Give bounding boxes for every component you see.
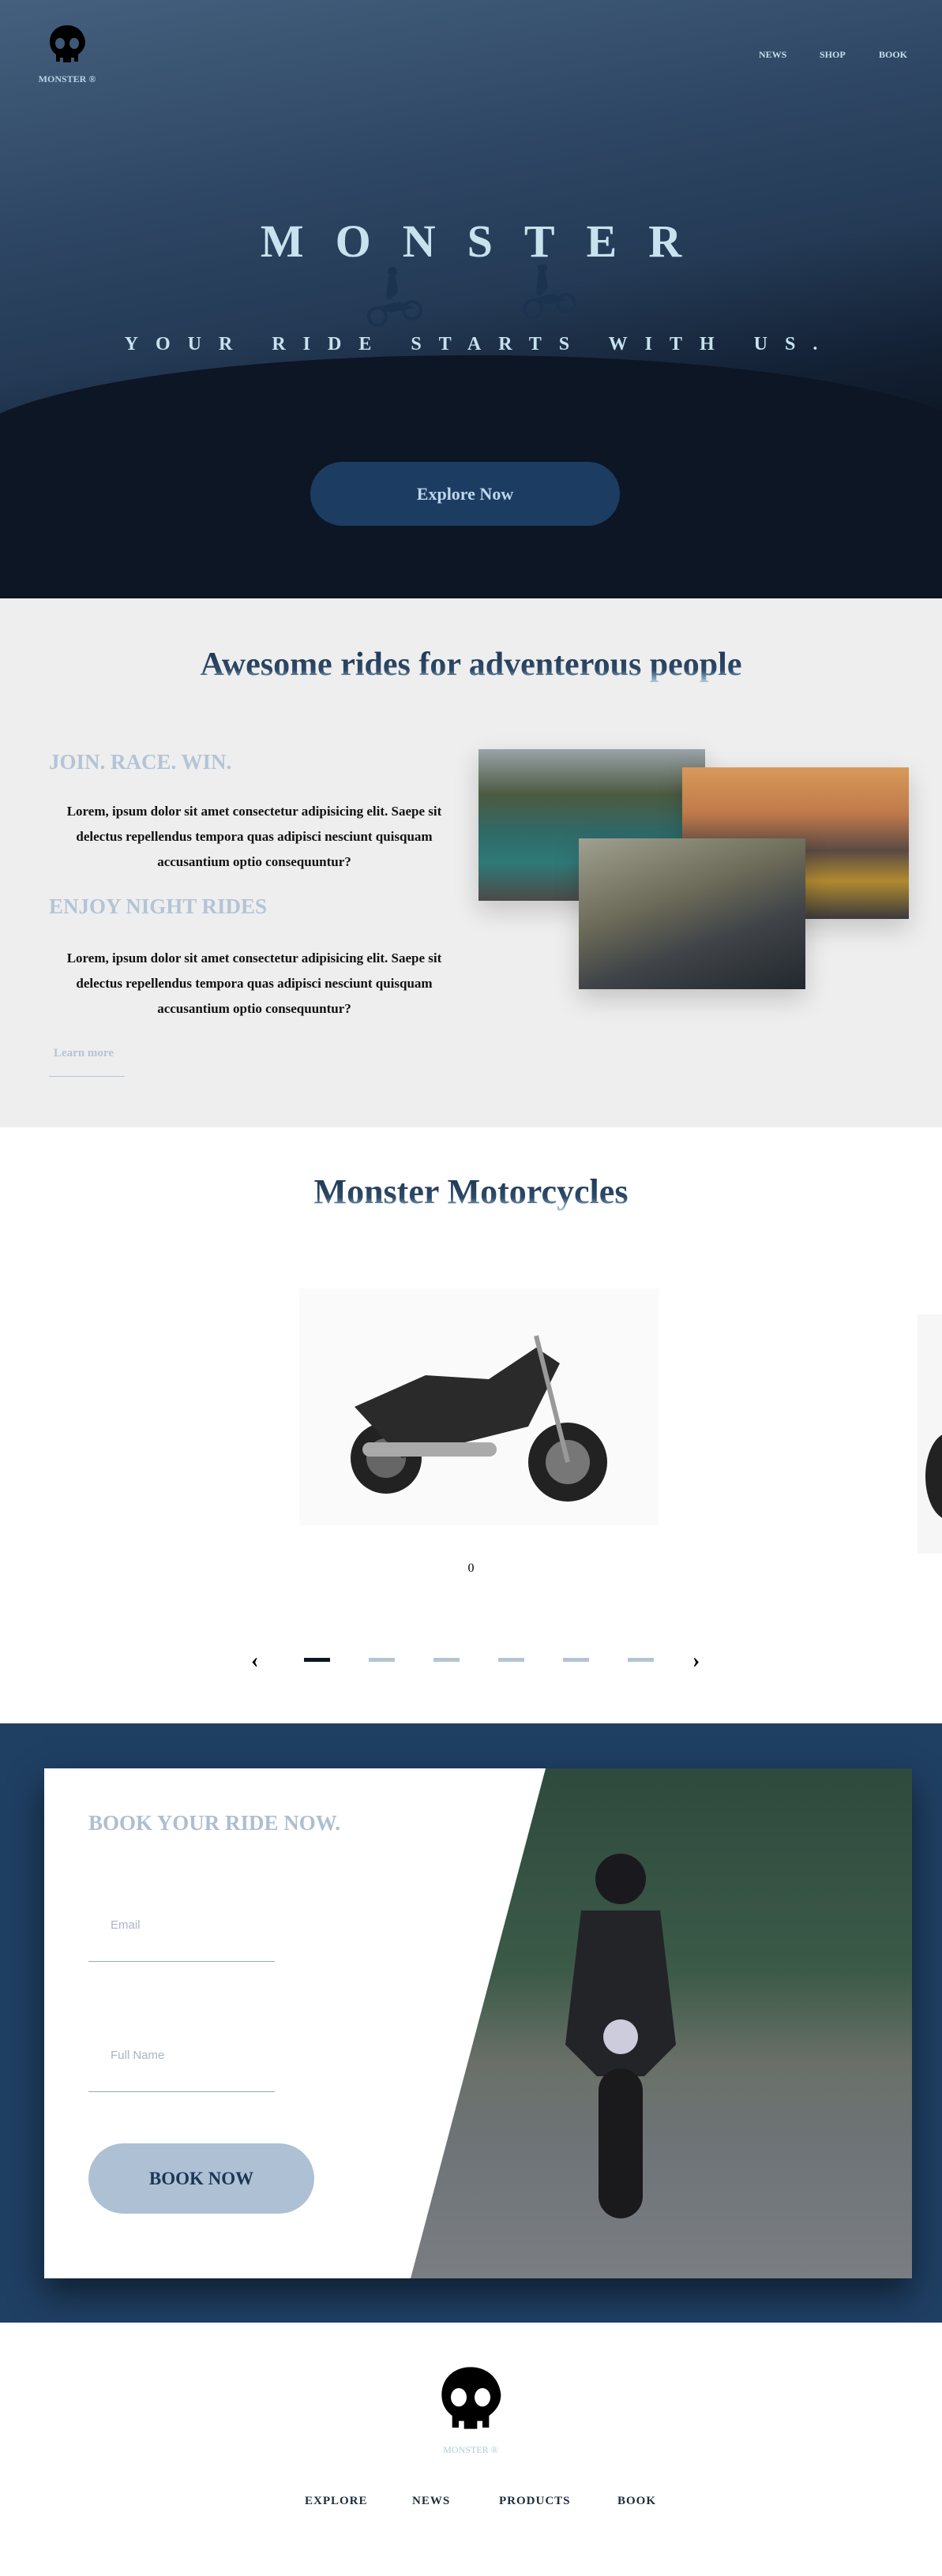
footer-link-products[interactable]: PRODUCTS — [499, 2495, 571, 2508]
about-heading: Awesome rides for adventerous people — [0, 646, 942, 684]
product-image-next[interactable] — [918, 1314, 942, 1554]
logo-text: MONSTER ® — [38, 73, 96, 84]
footer-link-book[interactable]: BOOK — [617, 2495, 656, 2508]
photo-cornering-rider — [579, 838, 805, 989]
chevron-right-icon[interactable]: › — [692, 1648, 700, 1674]
footer-logo-text: MONSTER ® — [443, 2444, 498, 2455]
carousel-dot-2[interactable] — [369, 1658, 395, 1662]
skull-icon — [441, 2367, 501, 2429]
booking-card: BOOK YOUR RIDE NOW. Email Full Name BOOK… — [44, 1768, 912, 2278]
footer-logo[interactable]: MONSTER ® — [439, 2364, 502, 2456]
product-caption: 0 — [467, 1562, 475, 1575]
logo[interactable]: MONSTER ® — [32, 24, 103, 85]
full-name-placeholder: Full Name — [111, 2049, 165, 2062]
carousel-dot-1[interactable] — [304, 1658, 330, 1662]
chevron-left-icon[interactable]: ‹ — [251, 1648, 258, 1674]
carousel-dot-4[interactable] — [498, 1658, 524, 1662]
email-underline — [88, 1961, 275, 1962]
carousel-dot-3[interactable] — [433, 1658, 460, 1662]
nav-book[interactable]: BOOK — [879, 49, 907, 61]
block-title-night: ENJOY NIGHT RIDES — [49, 894, 268, 918]
hero-subtitle: YOUR RIDE STARTS WITH US. — [124, 334, 835, 354]
motorcycle-image — [351, 1335, 607, 1502]
carousel-dot-5[interactable] — [563, 1658, 589, 1662]
footer: MONSTER ® — [0, 2323, 942, 2576]
nav-news[interactable]: NEWS — [759, 49, 786, 61]
learn-more-link[interactable]: Learn more — [49, 1047, 125, 1077]
block-text-join: Lorem, ipsum dolor sit amet consectetur … — [66, 804, 442, 869]
explore-now-button[interactable]: Explore Now — [310, 462, 620, 526]
carousel-dot-6[interactable] — [628, 1658, 654, 1662]
book-now-button[interactable]: BOOK NOW — [88, 2143, 314, 2214]
nav-shop[interactable]: SHOP — [820, 49, 846, 61]
full-name-field[interactable]: Full Name — [88, 2049, 275, 2099]
block-title-join: JOIN. RACE. WIN. — [49, 750, 232, 774]
hero-title: MONSTER — [260, 216, 714, 267]
hero-section: MONSTER ® NEWS SHOP BOOK MONSTER YOUR RI… — [0, 0, 942, 598]
skull-icon — [50, 25, 85, 62]
full-name-underline — [88, 2091, 275, 2092]
products-heading: Monster Motorcycles — [0, 1172, 942, 1212]
product-image-cruiser[interactable] — [299, 1288, 659, 1525]
footer-link-explore[interactable]: EXPLORE — [305, 2495, 368, 2508]
email-field[interactable]: Email — [88, 1918, 275, 1969]
booking-heading: BOOK YOUR RIDE NOW. — [88, 1811, 341, 1835]
footer-link-news[interactable]: NEWS — [412, 2495, 450, 2508]
riders-silhouette — [367, 264, 576, 327]
rider-figure — [565, 1854, 676, 2218]
email-placeholder: Email — [111, 1918, 141, 1932]
block-text-night: Lorem, ipsum dolor sit amet consectetur … — [66, 951, 442, 1016]
